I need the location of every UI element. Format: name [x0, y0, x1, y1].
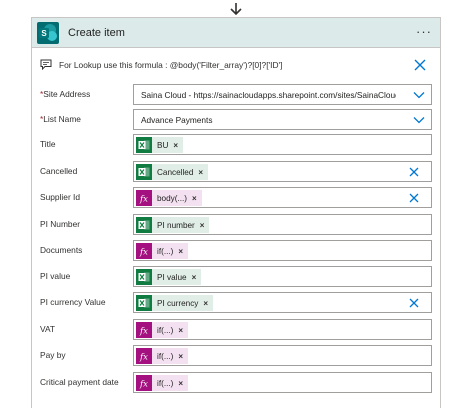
cancelled-row: Cancelled Cancelled × [32, 161, 440, 183]
token-label: BU [157, 140, 169, 150]
critical-payment-date-field[interactable]: fx if(...) × [133, 372, 432, 393]
sharepoint-icon: S [37, 22, 59, 44]
title-label: Title [40, 139, 56, 149]
vat-label: VAT [40, 324, 56, 334]
chevron-down-icon[interactable] [413, 90, 425, 100]
remove-token-button[interactable]: × [178, 326, 183, 335]
pi-number-field[interactable]: PI number × [133, 214, 432, 235]
cancelled-label: Cancelled [40, 166, 78, 176]
token-label: PI currency [157, 298, 199, 308]
pi-value-label: PI value [40, 271, 71, 281]
critical-payment-date-label: Critical payment date [40, 377, 119, 387]
dynamic-content-token[interactable]: PI currency × [136, 295, 214, 311]
token-label: if(...) [157, 378, 174, 388]
list-name-label: *List Name [40, 114, 81, 124]
svg-text:S: S [41, 29, 47, 38]
remove-token-button[interactable]: × [203, 299, 208, 308]
close-icon[interactable] [412, 57, 428, 73]
list-name-row: *List Name Advance Payments [32, 109, 440, 131]
more-options-button[interactable]: ··· [416, 24, 432, 39]
card-title: Create item [68, 27, 125, 39]
remove-token-button[interactable]: × [198, 168, 203, 177]
site-address-dropdown[interactable]: Saina Cloud - https://sainacloudapps.sha… [133, 84, 432, 105]
excel-icon [136, 137, 152, 153]
comment-text: For Lookup use this formula : @body('Fil… [59, 60, 283, 70]
close-icon[interactable] [408, 297, 420, 309]
card-header[interactable]: S Create item ··· [32, 18, 440, 48]
pay-by-label: Pay by [40, 350, 66, 360]
documents-label: Documents [40, 245, 83, 255]
dynamic-content-token[interactable]: Cancelled × [136, 164, 209, 180]
svg-text:fx: fx [139, 353, 148, 363]
title-field[interactable]: BU × [133, 134, 432, 155]
vat-field[interactable]: fx if(...) × [133, 319, 432, 340]
close-icon[interactable] [408, 166, 420, 178]
remove-token-button[interactable]: × [192, 273, 197, 282]
excel-icon [136, 269, 152, 285]
create-item-card: S Create item ··· For Lookup use this fo… [31, 17, 441, 408]
chevron-down-icon[interactable] [413, 115, 425, 125]
fx-icon: fx [136, 348, 152, 364]
remove-token-button[interactable]: × [173, 141, 178, 150]
token-label: if(...) [157, 351, 174, 361]
cancelled-field[interactable]: Cancelled × [133, 161, 432, 182]
svg-text:fx: fx [139, 327, 148, 337]
pi-currency-value-row: PI currency Value PI currency × [32, 292, 440, 314]
pi-number-row: PI Number PI number × [32, 214, 440, 236]
token-label: PI value [157, 272, 187, 282]
remove-token-button[interactable]: × [178, 379, 183, 388]
site-address-value: Saina Cloud - https://sainacloudapps.sha… [141, 90, 396, 100]
svg-text:fx: fx [139, 380, 148, 390]
token-label: if(...) [157, 325, 174, 335]
fx-icon: fx [136, 243, 152, 259]
pi-currency-value-label: PI currency Value [40, 297, 106, 307]
pi-currency-value-field[interactable]: PI currency × [133, 292, 432, 313]
token-label: PI number [157, 220, 195, 230]
excel-icon [136, 217, 152, 233]
excel-icon [136, 164, 152, 180]
token-label: Cancelled [157, 167, 194, 177]
pi-value-field[interactable]: PI value × [133, 266, 432, 287]
remove-token-button[interactable]: × [192, 194, 197, 203]
remove-token-button[interactable]: × [200, 221, 205, 230]
comment-icon [40, 59, 52, 70]
expression-token[interactable]: fx if(...) × [136, 375, 189, 391]
fx-icon: fx [136, 190, 152, 206]
svg-text:fx: fx [139, 248, 148, 258]
dynamic-content-token[interactable]: PI value × [136, 269, 202, 285]
expression-token[interactable]: fx if(...) × [136, 322, 189, 338]
dynamic-content-token[interactable]: BU × [136, 137, 184, 153]
supplier-id-label: Supplier Id [40, 192, 81, 202]
pi-number-label: PI Number [40, 219, 81, 229]
remove-token-button[interactable]: × [178, 352, 183, 361]
site-address-row: *Site Address Saina Cloud - https://sain… [32, 84, 440, 106]
remove-token-button[interactable]: × [178, 247, 183, 256]
expression-token[interactable]: fx if(...) × [136, 243, 189, 259]
arrow-down-icon [230, 3, 242, 16]
documents-field[interactable]: fx if(...) × [133, 240, 432, 261]
pay-by-row: Pay by fx if(...) × [32, 345, 440, 367]
pi-value-row: PI value PI value × [32, 266, 440, 288]
token-label: body(...) [157, 193, 188, 203]
close-icon[interactable] [408, 192, 420, 204]
expression-token[interactable]: fx if(...) × [136, 348, 189, 364]
supplier-id-row: Supplier Id fx body(...) × [32, 187, 440, 209]
expression-token[interactable]: fx body(...) × [136, 190, 202, 206]
svg-text:fx: fx [139, 195, 148, 205]
critical-payment-date-row: Critical payment date fx if(...) × [32, 372, 440, 394]
vat-row: VAT fx if(...) × [32, 319, 440, 341]
dynamic-content-token[interactable]: PI number × [136, 217, 210, 233]
documents-row: Documents fx if(...) × [32, 240, 440, 262]
pay-by-field[interactable]: fx if(...) × [133, 345, 432, 366]
excel-icon [136, 295, 152, 311]
supplier-id-field[interactable]: fx body(...) × [133, 187, 432, 208]
fx-icon: fx [136, 322, 152, 338]
title-row: Title BU × [32, 134, 440, 156]
list-name-dropdown[interactable]: Advance Payments [133, 109, 432, 130]
fx-icon: fx [136, 375, 152, 391]
site-address-label: *Site Address [40, 89, 91, 99]
list-name-value: Advance Payments [141, 115, 213, 125]
token-label: if(...) [157, 246, 174, 256]
comment-row: For Lookup use this formula : @body('Fil… [32, 56, 440, 76]
